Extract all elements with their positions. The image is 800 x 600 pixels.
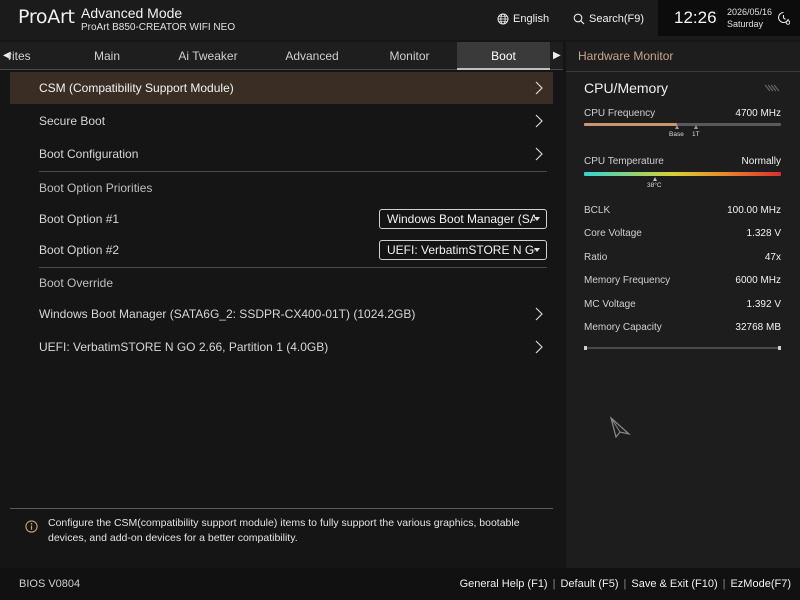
turbo-marker-label: 1T xyxy=(692,131,700,138)
footer-separator: | xyxy=(722,578,726,590)
chevron-right-icon xyxy=(535,307,543,321)
tab-ai-tweaker[interactable]: Ai Tweaker xyxy=(162,42,254,70)
memory-frequency-value: 6000 MHz xyxy=(735,275,781,286)
chevron-right-icon xyxy=(535,114,543,128)
override-item-windows-boot-manager[interactable]: Windows Boot Manager (SATA6G_2: SSDPR-CX… xyxy=(10,298,553,330)
hardware-monitor-panel: Hardware Monitor CPU/Memory CPU Frequenc… xyxy=(566,42,800,568)
search-button[interactable]: Search(F9) xyxy=(573,10,644,28)
menu-item-csm[interactable]: CSM (Compatibility Support Module) xyxy=(10,72,553,104)
mouse-cursor-icon xyxy=(609,416,631,438)
boot-option-1-label: Boot Option #1 xyxy=(39,212,120,226)
mode-title: Advanced Mode xyxy=(81,5,183,21)
menu-item-boot-configuration[interactable]: Boot Configuration xyxy=(10,138,553,170)
cpu-temperature-value: Normally xyxy=(741,156,781,167)
weekday-text: Saturday xyxy=(727,19,764,29)
cpu-temperature-label: CPU Temperature xyxy=(584,156,664,167)
base-marker-icon xyxy=(675,125,679,129)
ez-mode-button[interactable]: EzMode(F7) xyxy=(730,578,791,590)
boot-option-1-select[interactable]: Windows Boot Manager (SATA6G_2: SSDPR-CX… xyxy=(379,209,547,229)
general-help-button[interactable]: General Help (F1) xyxy=(460,578,548,590)
date-text: 2026/05/16 xyxy=(727,7,773,17)
cpu-frequency-value: 4700 MHz xyxy=(735,108,781,119)
help-description: Configure the CSM(compatibility support … xyxy=(48,517,520,544)
chevron-right-icon xyxy=(535,81,543,95)
chevron-right-icon xyxy=(535,340,543,354)
default-button[interactable]: Default (F5) xyxy=(560,578,618,590)
search-label: Search(F9) xyxy=(589,13,645,25)
tab-scroll-right-icon[interactable]: ▶ xyxy=(553,42,561,70)
ratio-label: Ratio xyxy=(584,252,608,263)
core-voltage-label: Core Voltage xyxy=(584,228,642,239)
boot-option-2-value: UEFI: VerbatimSTORE N GO 2.66, Partition… xyxy=(387,243,535,257)
cpu-temperature-bar xyxy=(584,172,781,176)
override-item-label: UEFI: VerbatimSTORE N GO 2.66, Partition… xyxy=(39,340,329,354)
tab-bar: ◀ rites Main Ai Tweaker Advanced Monitor… xyxy=(0,42,563,70)
memory-capacity-label: Memory Capacity xyxy=(584,322,662,333)
caret-down-icon xyxy=(534,217,540,221)
cpu-frequency-bar-fill xyxy=(584,123,677,126)
menu-item-label: Boot Configuration xyxy=(39,147,139,161)
scrollbar-left-cap xyxy=(584,346,587,350)
caret-down-icon xyxy=(534,248,540,252)
bios-version: BIOS V0804 xyxy=(19,578,81,590)
monitor-scrollbar[interactable] xyxy=(584,346,781,350)
boot-override-heading: Boot Override xyxy=(39,276,114,290)
memory-capacity-value: 32768 MB xyxy=(735,322,781,333)
section-divider xyxy=(39,171,547,172)
temperature-marker-icon xyxy=(653,177,657,181)
tab-monitor[interactable]: Monitor xyxy=(362,42,457,70)
turbo-marker-icon xyxy=(694,125,698,129)
board-name: ProArt B850-CREATOR WIFI NEO xyxy=(81,22,236,33)
language-label: English xyxy=(513,13,550,25)
footer-links: General Help (F1) | Default (F5) | Save … xyxy=(460,578,791,590)
boot-option-2-select[interactable]: UEFI: VerbatimSTORE N GO 2.66, Partition… xyxy=(379,240,547,260)
hardware-monitor-title: Hardware Monitor xyxy=(578,49,674,63)
scrollbar-right-cap xyxy=(778,346,781,350)
help-divider xyxy=(10,508,553,509)
ratio-value: 47x xyxy=(764,252,781,263)
mc-voltage-label: MC Voltage xyxy=(584,299,636,310)
clock-time: 12:26 xyxy=(674,8,717,27)
footer-separator: | xyxy=(623,578,627,590)
tab-boot[interactable]: Boot xyxy=(457,42,550,70)
tab-advanced[interactable]: Advanced xyxy=(264,42,360,70)
tab-favorites[interactable]: rites xyxy=(8,42,42,70)
section-divider xyxy=(39,267,547,268)
mc-voltage-value: 1.392 V xyxy=(746,299,781,310)
menu-item-label: Secure Boot xyxy=(39,114,106,128)
cpu-frequency-bar xyxy=(584,123,781,126)
info-icon xyxy=(25,520,38,533)
override-item-uefi-usb[interactable]: UEFI: VerbatimSTORE N GO 2.66, Partition… xyxy=(10,331,553,363)
top-header: ProArt Advanced Mode ProArt B850-CREATOR… xyxy=(0,0,800,40)
search-icon xyxy=(573,13,585,25)
menu-item-label: CSM (Compatibility Support Module) xyxy=(39,81,234,95)
grip-icon xyxy=(764,84,780,92)
footer-separator: | xyxy=(552,578,556,590)
clock-panel: 12:26 2026/05/16 Saturday xyxy=(658,0,800,36)
temperature-marker-label: 38°C xyxy=(647,182,662,189)
bclk-label: BCLK xyxy=(584,205,611,216)
cpu-memory-heading: CPU/Memory xyxy=(584,80,669,96)
base-marker-label: Base xyxy=(669,131,684,138)
menu-item-secure-boot[interactable]: Secure Boot xyxy=(10,105,553,137)
save-exit-button[interactable]: Save & Exit (F10) xyxy=(631,578,717,590)
core-voltage-value: 1.328 V xyxy=(746,228,781,239)
tab-main[interactable]: Main xyxy=(62,42,152,70)
clock-date: 2026/05/16 Saturday xyxy=(727,6,772,30)
hardware-monitor-divider xyxy=(566,71,800,72)
globe-icon xyxy=(497,13,509,25)
memory-frequency-label: Memory Frequency xyxy=(584,275,671,286)
bclk-value: 100.00 MHz xyxy=(727,205,781,216)
boot-option-2-label: Boot Option #2 xyxy=(39,243,120,257)
chevron-right-icon xyxy=(535,147,543,161)
boot-priorities-heading: Boot Option Priorities xyxy=(39,181,153,195)
override-item-label: Windows Boot Manager (SATA6G_2: SSDPR-CX… xyxy=(39,307,416,321)
cpu-frequency-label: CPU Frequency xyxy=(584,108,656,119)
proart-logo: ProArt xyxy=(18,6,75,28)
alarm-clock-icon[interactable] xyxy=(777,11,790,26)
boot-settings-panel: CSM (Compatibility Support Module) Secur… xyxy=(0,70,563,500)
boot-option-1-value: Windows Boot Manager (SATA6G_2: SSDPR-CX… xyxy=(387,212,535,226)
footer-bar: BIOS V0804 General Help (F1) | Default (… xyxy=(0,568,800,600)
language-button[interactable]: English xyxy=(497,10,549,28)
